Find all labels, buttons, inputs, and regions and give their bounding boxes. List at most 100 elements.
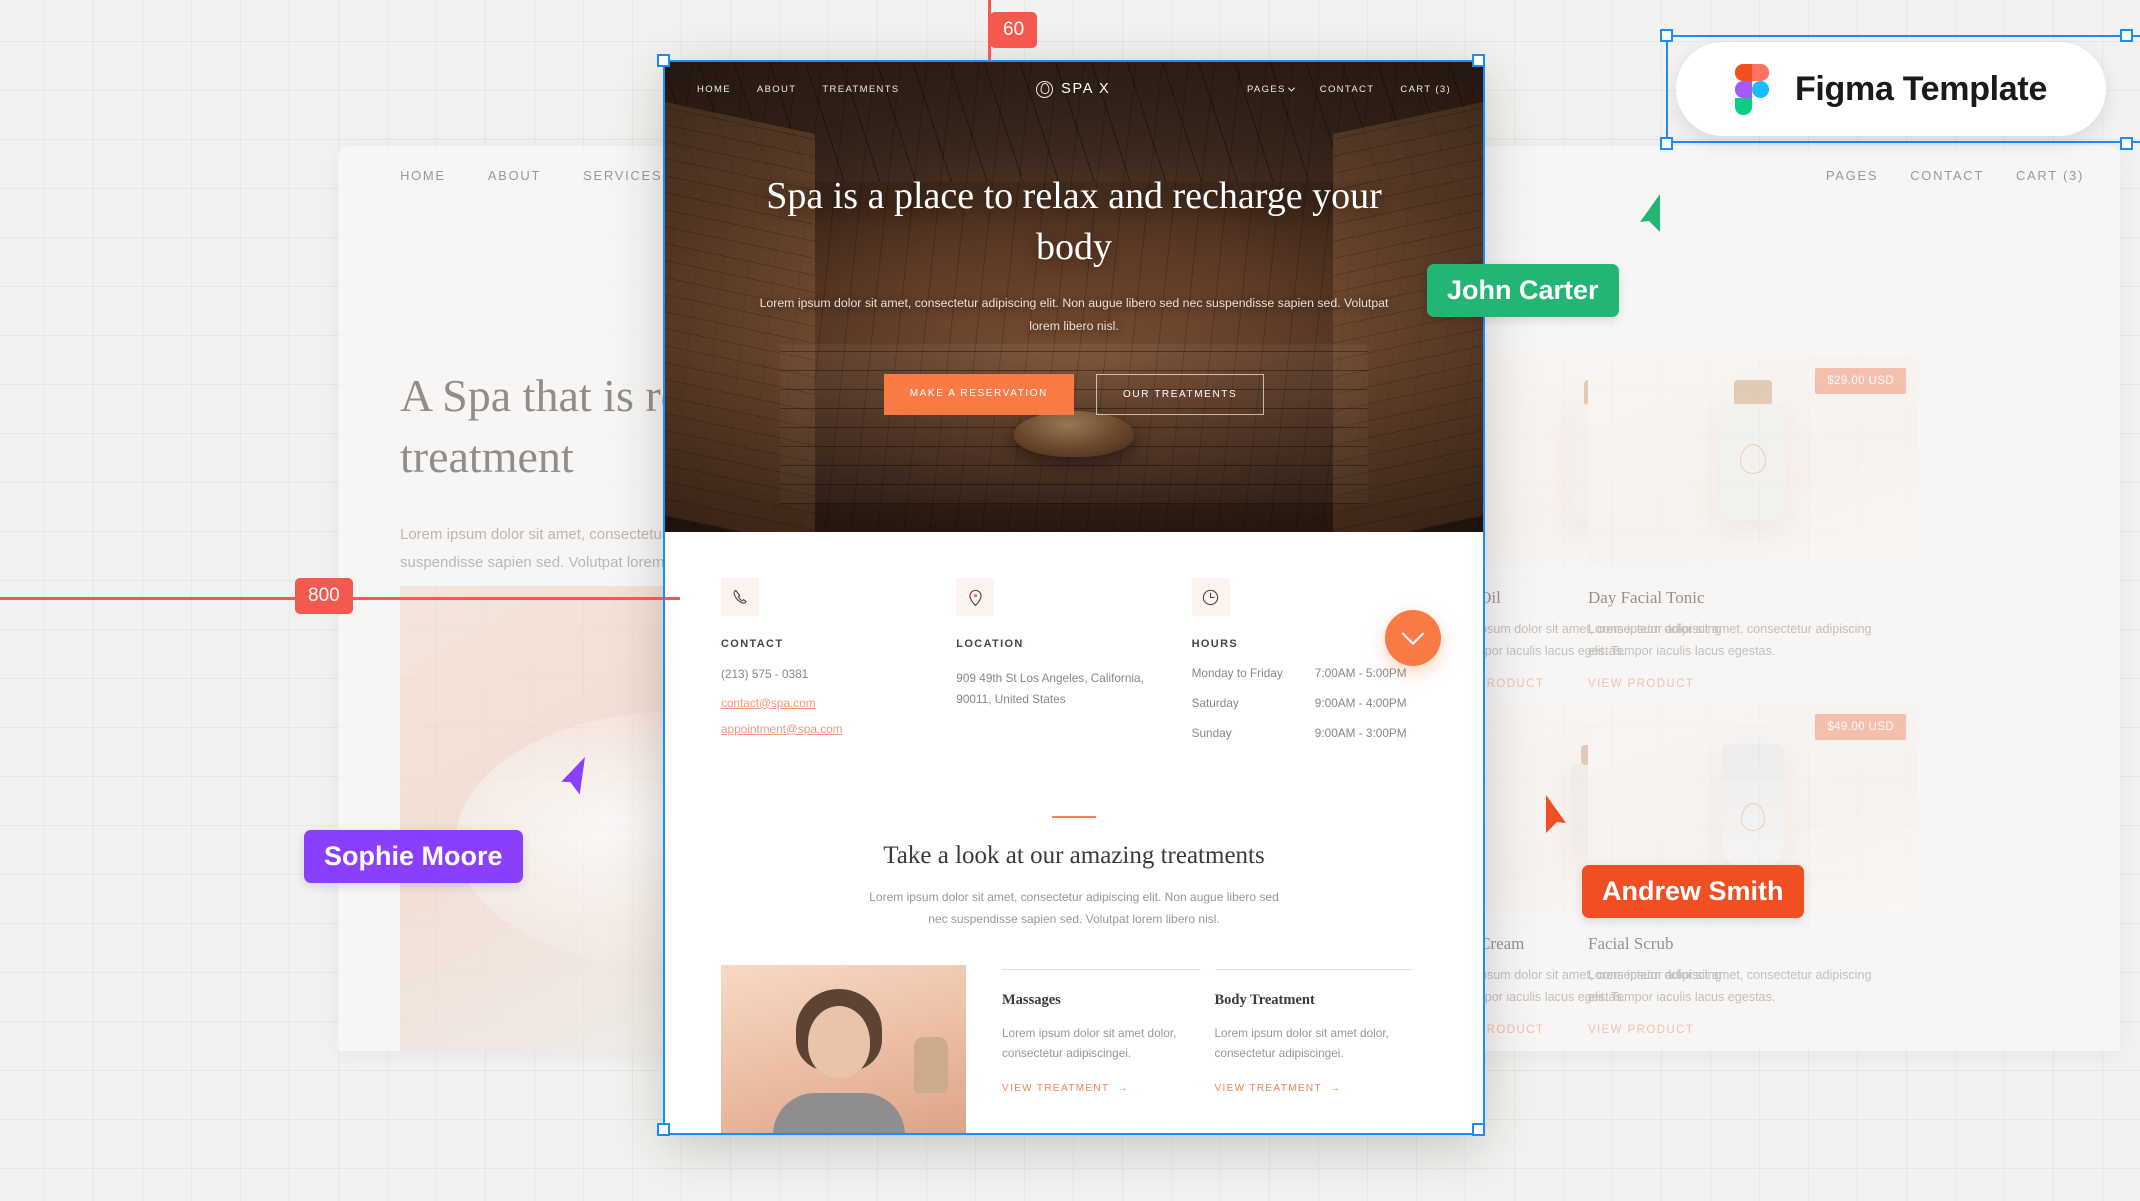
product-image: $29.00 USD: [1588, 356, 1918, 566]
treatment-title: Body Treatment: [1214, 991, 1315, 1008]
hero-content: Spa is a place to relax and recharge you…: [665, 171, 1483, 415]
contact-email-2[interactable]: appointment@spa.com: [721, 722, 956, 736]
hours-day: Monday to Friday: [1191, 666, 1283, 680]
pill-handle-bl[interactable]: [1660, 137, 1673, 150]
treatment-cards: Massages Lorem ipsum dolor sit amet dolo…: [966, 965, 1427, 1133]
hero-buttons: MAKE A RESERVATION OUR TREATMENTS: [755, 373, 1393, 415]
hours-time: 9:00AM - 3:00PM: [1314, 726, 1407, 740]
product-price-badge: $49.00 USD: [1815, 714, 1906, 741]
figma-template-label: Figma Template: [1794, 69, 2048, 108]
ghost-nav-home[interactable]: HOME: [400, 168, 446, 183]
ghost-nav-services[interactable]: SERVICES: [583, 168, 662, 183]
selected-artboard[interactable]: HOME ABOUT TREATMENTS SPA X PAGES CONTAC…: [665, 62, 1483, 1133]
brand-logo[interactable]: SPA X: [1036, 80, 1111, 98]
photo-body: [772, 1092, 905, 1133]
contact-email-1[interactable]: contact@spa.com: [721, 696, 956, 710]
our-treatments-button[interactable]: OUR TREATMENTS: [1096, 373, 1265, 415]
nav-item-treatments[interactable]: TREATMENTS: [822, 84, 899, 95]
treatments-paragraph: Lorem ipsum dolor sit amet, consectetur …: [869, 890, 1279, 927]
figma-logo-icon: [1734, 64, 1769, 115]
make-reservation-button[interactable]: MAKE A RESERVATION: [883, 373, 1074, 415]
product-card[interactable]: $29.00 USD Day Facial Tonic Lorem ipsum …: [1588, 356, 1918, 690]
ghost-left-nav: HOME ABOUT SERVICES: [400, 168, 662, 183]
photo-vase: [914, 1036, 948, 1093]
pill-handle-tl[interactable]: [1660, 29, 1673, 42]
nav-item-pages[interactable]: PAGES: [1247, 84, 1295, 95]
selection-handle-tr[interactable]: [1472, 54, 1485, 67]
ghost-r-nav-contact[interactable]: CONTACT: [1910, 168, 1984, 183]
hours-row: Saturday 9:00AM - 4:00PM: [1192, 696, 1407, 710]
pill-handle-tr[interactable]: [2120, 29, 2133, 42]
selection-handle-bl[interactable]: [657, 1123, 670, 1136]
hours-row: Monday to Friday 7:00AM - 5:00PM: [1192, 666, 1407, 680]
view-treatment-link[interactable]: VIEW TREATMENT →: [1002, 1083, 1129, 1094]
pill-handle-br[interactable]: [2120, 137, 2133, 150]
product-grid: $79.00 USD Body Oil Lorem ipsum dolor si…: [1438, 356, 2120, 1036]
cursor-label: Andrew Smith: [1582, 865, 1804, 918]
product-view-link[interactable]: VIEW PRODUCT: [1588, 1024, 1918, 1036]
clock-icon: [1191, 578, 1230, 616]
nav-item-cart[interactable]: CART (3): [1400, 84, 1451, 95]
cursor-label: John Carter: [1427, 264, 1619, 317]
treatment-card[interactable]: Body Treatment Lorem ipsum dolor sit ame…: [1214, 965, 1428, 1133]
hero-heading: Spa is a place to relax and recharge you…: [766, 175, 1382, 268]
treatment-card[interactable]: Massages Lorem ipsum dolor sit amet dolo…: [1002, 965, 1215, 1133]
brand-name: SPA X: [1061, 81, 1111, 97]
hero-section: HOME ABOUT TREATMENTS SPA X PAGES CONTAC…: [665, 62, 1483, 532]
card-divider: [1214, 968, 1413, 970]
card-divider: [1002, 968, 1201, 970]
hours-column: HOURS Monday to Friday 7:00AM - 5:00PM S…: [1191, 578, 1427, 740]
tube-icon: [1722, 744, 1784, 871]
treatments-section: Take a look at our amazing treatments Lo…: [665, 770, 1483, 1133]
hours-day: Saturday: [1191, 696, 1239, 710]
treatments-heading: Take a look at our amazing treatments: [883, 842, 1265, 870]
section-divider: [1052, 816, 1096, 819]
scroll-down-fab[interactable]: [1385, 610, 1441, 666]
hero-paragraph: Lorem ipsum dolor sit amet, consectetur …: [759, 296, 1389, 333]
product-price-badge: $29.00 USD: [1815, 368, 1906, 394]
contact-title: CONTACT: [721, 638, 784, 650]
treatment-desc: Lorem ipsum dolor sit amet dolor, consec…: [1002, 1025, 1177, 1060]
chevron-down-icon: [1287, 84, 1295, 92]
selection-handle-tl[interactable]: [657, 54, 670, 67]
bottle-icon: [1720, 380, 1786, 520]
ghost-r-nav-pages[interactable]: PAGES: [1826, 168, 1878, 183]
info-strip: CONTACT (213) 575 - 0381 contact@spa.com…: [665, 532, 1483, 770]
measure-badge-60: 60: [990, 12, 1038, 48]
location-address: 909 49th St Los Angeles, California, 900…: [956, 671, 1144, 706]
nav-item-about[interactable]: ABOUT: [757, 84, 796, 95]
ghost-r-nav-cart[interactable]: CART (3): [2016, 168, 2084, 183]
location-title: LOCATION: [956, 638, 1024, 650]
view-treatment-link[interactable]: VIEW TREATMENT →: [1215, 1083, 1342, 1094]
hours-time: 7:00AM - 5:00PM: [1314, 666, 1407, 680]
hours-time: 9:00AM - 4:00PM: [1314, 696, 1407, 710]
product-desc: Lorem ipsum dolor sit amet, consectetur …: [1588, 968, 1872, 1005]
product-view-link[interactable]: VIEW PRODUCT: [1588, 678, 1918, 690]
contact-phone: (213) 575 - 0381: [721, 667, 809, 681]
treatment-photo: [721, 964, 966, 1133]
ghost-right-nav: PAGES CONTACT CART (3): [1826, 168, 2084, 183]
cursor-arrow-icon: [1546, 795, 1566, 833]
map-pin-icon: [956, 578, 995, 616]
cursor-arrow-icon: [1640, 194, 1660, 232]
product-name: Day Facial Tonic: [1588, 588, 1705, 607]
navbar-left-links: HOME ABOUT TREATMENTS: [697, 84, 900, 95]
measure-badge-800: 800: [295, 578, 353, 614]
figma-template-badge[interactable]: Figma Template: [1676, 42, 2106, 136]
treatments-grid: Massages Lorem ipsum dolor sit amet dolo…: [721, 964, 1427, 1133]
phone-icon: [721, 578, 759, 616]
cursor-label: Sophie Moore: [304, 830, 523, 883]
navbar-right-links: PAGES CONTACT CART (3): [1247, 84, 1451, 95]
treatment-desc: Lorem ipsum dolor sit amet dolor, consec…: [1214, 1025, 1389, 1060]
hours-day: Sunday: [1191, 726, 1232, 740]
nav-item-home[interactable]: HOME: [697, 84, 731, 95]
product-desc: Lorem ipsum dolor sit amet, consectetur …: [1588, 622, 1872, 659]
lotus-icon: [1036, 80, 1054, 98]
contact-column: CONTACT (213) 575 - 0381 contact@spa.com…: [721, 578, 956, 740]
location-column: LOCATION 909 49th St Los Angeles, Califo…: [956, 578, 1191, 740]
nav-item-contact[interactable]: CONTACT: [1320, 84, 1375, 95]
selection-handle-br[interactable]: [1472, 1123, 1485, 1136]
product-name: Facial Scrub: [1588, 934, 1674, 954]
ghost-nav-about[interactable]: ABOUT: [488, 168, 541, 183]
photo-head: [807, 1006, 870, 1079]
